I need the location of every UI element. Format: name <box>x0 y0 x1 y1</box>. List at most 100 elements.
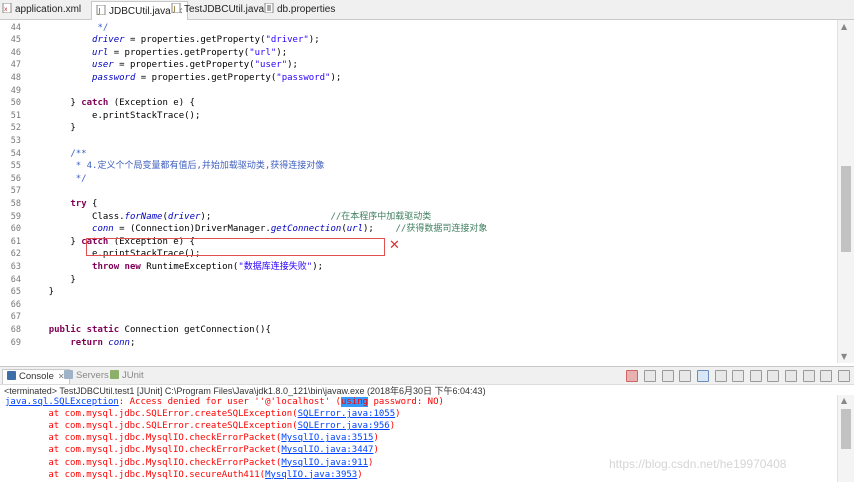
minimize-icon[interactable] <box>820 370 833 382</box>
code-token: //在本程序中加载驱动类 <box>330 211 432 222</box>
line-number: 67 <box>10 312 21 323</box>
console-line: at com.mysql.jdbc.MysqlIO.checkErrorPack… <box>5 444 379 456</box>
tab-application-xml[interactable]: x application.xml <box>2 2 81 18</box>
code-text: password = properties.getProperty("passw… <box>27 72 341 85</box>
maximize-icon[interactable] <box>838 370 850 382</box>
code-line[interactable]: 64 } <box>0 274 836 287</box>
line-number: 61 <box>10 236 21 247</box>
code-text: } catch (Exception e) { <box>27 97 195 110</box>
selected-text: using <box>340 397 369 407</box>
line-number: 65 <box>10 287 21 298</box>
pin-console-icon[interactable] <box>767 370 780 382</box>
code-token: } <box>27 123 76 134</box>
code-line[interactable]: 53 <box>0 135 836 148</box>
code-line[interactable]: 55 * 4.定义个个局变量都有值后,并始加载驱动类,获得连接对像 <box>0 160 836 173</box>
code-text: /** <box>27 148 86 161</box>
line-number: 53 <box>10 135 21 146</box>
error-text: : Access denied for user ''@'localhost' … <box>118 397 341 407</box>
code-token: "user" <box>254 60 288 71</box>
code-line[interactable]: 44 */ <box>0 22 836 35</box>
code-token: driver <box>92 35 125 46</box>
terminate-icon[interactable] <box>626 370 639 382</box>
show-on-error-icon[interactable] <box>749 370 762 382</box>
editor-vertical-scrollbar[interactable]: ▲ ▼ <box>837 20 854 363</box>
tab-label: Servers <box>76 370 109 381</box>
xml-file-icon: x <box>2 2 12 14</box>
svg-text:J: J <box>98 7 101 15</box>
remove-launch-icon[interactable] <box>643 370 656 382</box>
display-console-icon[interactable] <box>785 370 798 382</box>
error-text: password: NO) <box>368 397 444 407</box>
tab-servers[interactable]: Servers <box>64 369 109 383</box>
error-text: at com.mysql.jdbc.SQLError.createSQLExce… <box>5 421 298 432</box>
code-line[interactable]: 49 <box>0 85 836 98</box>
stack-trace-link[interactable]: MysqlIO.java:3515 <box>281 433 373 443</box>
error-text: at com.mysql.jdbc.MysqlIO.secureAuth411( <box>5 469 266 480</box>
error-text: at com.mysql.jdbc.SQLError.createSQLExce… <box>5 409 298 420</box>
code-line[interactable]: 57 <box>0 185 836 198</box>
code-line[interactable]: 69 return conn; <box>0 337 836 350</box>
code-line[interactable]: 65 } <box>0 286 836 299</box>
scroll-up-icon[interactable]: ▲ <box>841 396 847 405</box>
scroll-down-icon[interactable]: ▼ <box>841 352 847 361</box>
stack-trace-link[interactable]: MysqlIO.java:3953 <box>265 470 357 480</box>
code-line[interactable]: 56 */ <box>0 173 836 186</box>
console-line: at com.mysql.jdbc.MysqlIO.checkErrorPack… <box>5 432 379 444</box>
error-text: ) <box>368 457 374 468</box>
code-line[interactable]: 54 /** <box>0 148 836 161</box>
scrollbar-thumb[interactable] <box>841 409 851 449</box>
stack-trace-link[interactable]: MysqlIO.java:911 <box>281 458 368 468</box>
tab-db-properties[interactable]: db.properties <box>264 2 335 18</box>
svg-text:J: J <box>173 5 176 13</box>
line-number: 55 <box>10 161 21 172</box>
code-line[interactable]: 47 user = properties.getProperty("user")… <box>0 59 836 72</box>
scroll-up-icon[interactable]: ▲ <box>841 22 847 31</box>
error-text: ) <box>373 433 379 444</box>
scrollbar-thumb[interactable] <box>841 166 851 252</box>
code-line[interactable]: 46 url = properties.getProperty("url"); <box>0 47 836 60</box>
code-line[interactable]: 67 <box>0 311 836 324</box>
word-wrap-icon[interactable] <box>714 370 727 382</box>
tab-console[interactable]: Console ✕ <box>2 369 70 384</box>
code-line[interactable]: 52 } <box>0 122 836 135</box>
console-vertical-scrollbar[interactable]: ▲ <box>837 395 854 482</box>
code-line[interactable]: 51 e.printStackTrace(); <box>0 110 836 123</box>
code-line[interactable]: 63 throw new RuntimeException("数据库连接失败")… <box>0 261 836 274</box>
stack-trace-link[interactable]: SQLError.java:1055 <box>298 409 396 419</box>
remove-all-icon[interactable] <box>661 370 674 382</box>
stack-trace-link[interactable]: MysqlIO.java:3447 <box>281 445 373 455</box>
code-line[interactable]: 68 public static Connection getConnectio… <box>0 324 836 337</box>
stack-trace-link[interactable]: SQLError.java:956 <box>298 421 390 431</box>
tab-label: JUnit <box>122 370 144 381</box>
code-token: url <box>346 224 363 235</box>
code-line[interactable]: 48 password = properties.getProperty("pa… <box>0 72 836 85</box>
console-view-bar: Console ✕ Servers JUnit <box>0 366 854 385</box>
code-token: "数据库连接失败" <box>238 261 313 272</box>
code-editor[interactable]: 44 */45 driver = properties.getProperty(… <box>0 20 854 363</box>
code-token: = (Connection)DriverManager. <box>113 224 271 235</box>
servers-icon <box>64 370 73 379</box>
code-token: ); <box>363 224 396 235</box>
code-line[interactable]: 45 driver = properties.getProperty("driv… <box>0 34 836 47</box>
code-text: public static Connection getConnection()… <box>27 324 271 337</box>
code-line[interactable]: 58 try { <box>0 198 836 211</box>
code-token: "url" <box>249 47 277 58</box>
stack-trace-link[interactable]: java.sql.SQLException <box>5 397 119 407</box>
code-text: * 4.定义个个局变量都有值后,并始加载驱动类,获得连接对像 <box>27 160 325 173</box>
code-line[interactable]: 50 } catch (Exception e) { <box>0 97 836 110</box>
tab-testjdbcutil-java[interactable]: J TestJDBCUtil.java <box>171 2 264 18</box>
code-text: user = properties.getProperty("user"); <box>27 59 298 72</box>
open-console-icon[interactable] <box>802 370 815 382</box>
code-token: Class. <box>27 211 125 222</box>
show-on-output-icon[interactable] <box>732 370 745 382</box>
code-text: driver = properties.getProperty("driver"… <box>27 34 320 47</box>
code-line[interactable]: 59 Class.forName(driver); //在本程序中加载驱动类 <box>0 211 836 224</box>
clear-console-icon[interactable] <box>679 370 692 382</box>
tab-junit[interactable]: JUnit <box>110 369 144 383</box>
code-line[interactable]: 60 conn = (Connection)DriverManager.getC… <box>0 223 836 236</box>
scroll-lock-icon[interactable] <box>696 370 709 382</box>
code-line[interactable]: 66 <box>0 299 836 312</box>
